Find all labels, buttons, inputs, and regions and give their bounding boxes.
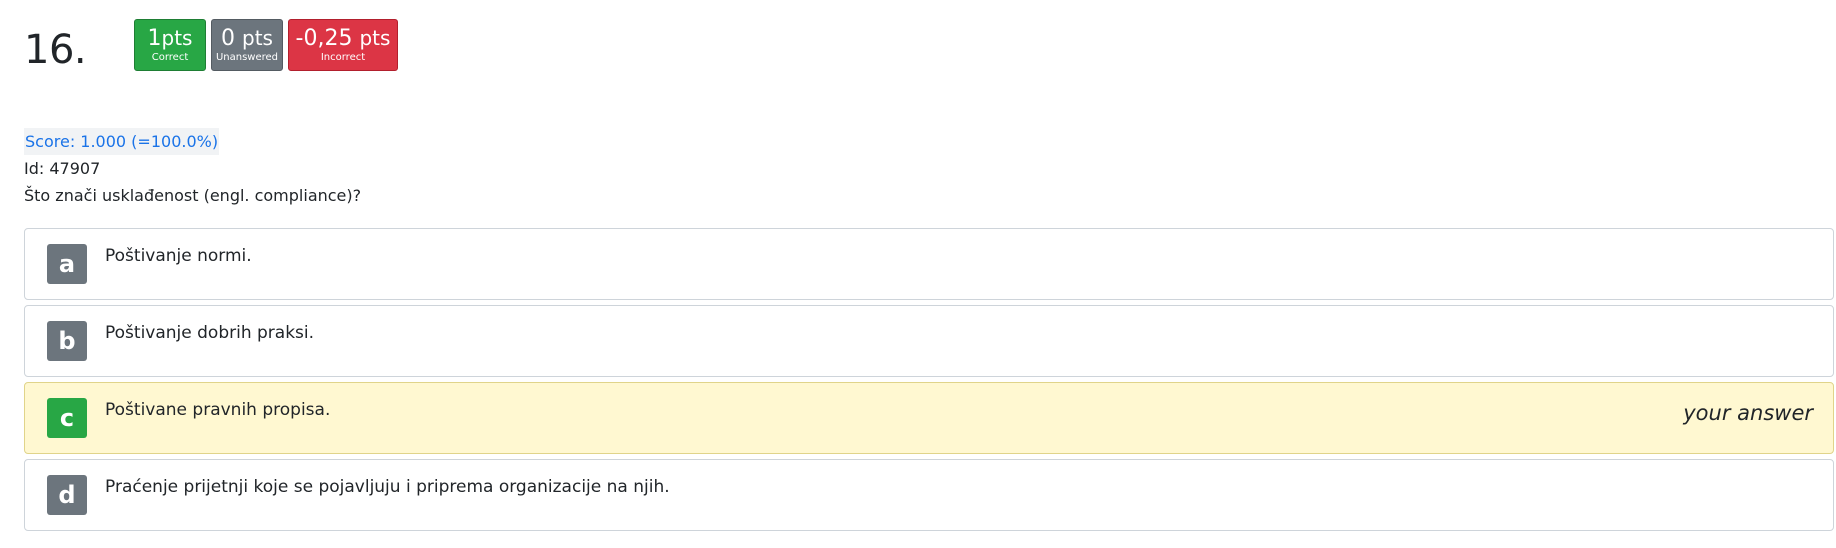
- unanswered-points-badge: 0 pts Unanswered: [211, 19, 283, 71]
- score-text: Score: 1.000 (=100.0%): [24, 128, 220, 155]
- answer-letter-a: a: [47, 244, 87, 284]
- answer-text-d: Praćenje prijetnji koje se pojavljuju i …: [105, 477, 670, 497]
- answer-option-b[interactable]: b Poštivanje dobrih praksi.: [24, 305, 1834, 377]
- answer-text-a: Poštivanje normi.: [105, 246, 252, 266]
- answer-option-d[interactable]: d Praćenje prijetnji koje se pojavljuju …: [24, 459, 1834, 531]
- question-id: Id: 47907: [24, 159, 101, 178]
- quiz-question-page: 16. 1pts Correct 0 pts Unanswered -0,25 …: [0, 0, 1836, 548]
- question-text: Što znači usklađenost (engl. compliance)…: [24, 186, 362, 205]
- answer-list: a Poštivanje normi. b Poštivanje dobrih …: [24, 228, 1834, 536]
- correct-points-label: Correct: [151, 51, 189, 63]
- incorrect-points-badge: -0,25 pts Incorrect: [288, 19, 398, 71]
- your-answer-tag: your answer: [1683, 401, 1813, 425]
- answer-text-b: Poštivanje dobrih praksi.: [105, 323, 315, 343]
- answer-letter-d: d: [47, 475, 87, 515]
- question-meta: Score: 1.000 (=100.0%) Id: 47907 Što zna…: [24, 128, 361, 209]
- answer-letter-b: b: [47, 321, 87, 361]
- correct-points-unit: pts: [161, 25, 193, 50]
- correct-points-value: 1: [147, 25, 162, 51]
- incorrect-points-label: Incorrect: [320, 51, 366, 63]
- answer-option-a[interactable]: a Poštivanje normi.: [24, 228, 1834, 300]
- unanswered-points-unit: pts: [242, 25, 273, 50]
- question-header: 16. 1pts Correct 0 pts Unanswered -0,25 …: [24, 18, 398, 74]
- incorrect-points-unit: pts: [359, 25, 391, 50]
- answer-text-c: Poštivane pravnih propisa.: [105, 400, 331, 420]
- correct-points-badge: 1pts Correct: [134, 19, 206, 71]
- question-number: 16.: [24, 27, 87, 73]
- answer-option-c[interactable]: c Poštivane pravnih propisa. your answer: [24, 382, 1834, 454]
- unanswered-points-label: Unanswered: [215, 51, 279, 63]
- unanswered-points-value: 0: [221, 25, 236, 51]
- incorrect-points-value: -0,25: [295, 25, 353, 51]
- points-badges: 1pts Correct 0 pts Unanswered -0,25 pts …: [134, 19, 398, 71]
- answer-letter-c: c: [47, 398, 87, 438]
